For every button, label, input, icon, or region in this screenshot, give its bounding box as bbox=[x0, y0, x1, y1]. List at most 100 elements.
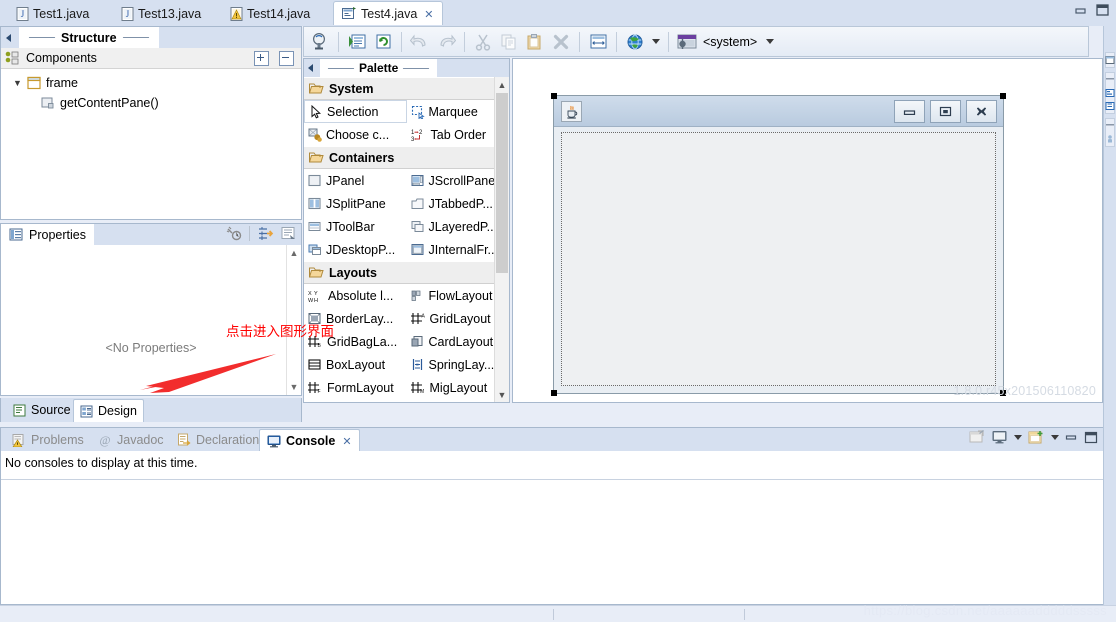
selection-handle-nw[interactable] bbox=[551, 93, 557, 99]
tab-declaration[interactable]: Declaration bbox=[170, 429, 266, 451]
console-body[interactable]: No consoles to display at this time. bbox=[1, 451, 1103, 604]
folder-open-icon bbox=[308, 82, 324, 95]
contentpane-icon bbox=[41, 96, 56, 110]
palette-category-containers[interactable]: Containers bbox=[304, 146, 509, 169]
close-icon[interactable]: ✕ bbox=[424, 8, 433, 21]
tab-source[interactable]: Source bbox=[7, 399, 77, 421]
maximize-button[interactable] bbox=[1096, 4, 1110, 17]
hierarchy-icon[interactable] bbox=[1105, 101, 1115, 111]
components-label: Components bbox=[26, 51, 97, 65]
editor-tab-test13[interactable]: J Test13.java bbox=[113, 2, 209, 25]
design-canvas-surface[interactable]: 1.8.0.r45x201506110820 bbox=[513, 59, 1102, 402]
delete-button[interactable] bbox=[549, 30, 573, 53]
look-and-feel-icon[interactable] bbox=[677, 33, 697, 50]
rail-group-explorers[interactable] bbox=[1105, 72, 1115, 114]
redo-button[interactable] bbox=[434, 30, 458, 53]
palette-category-system[interactable]: System bbox=[304, 77, 509, 100]
preview-close-button[interactable] bbox=[966, 100, 997, 123]
expand-all-button[interactable] bbox=[254, 50, 269, 66]
structure-title-tab[interactable]: Structure bbox=[19, 27, 159, 48]
layout-button[interactable] bbox=[586, 30, 610, 53]
rail-group-outline[interactable] bbox=[1105, 118, 1115, 147]
preview-maximize-button[interactable] bbox=[930, 100, 961, 123]
design-icon bbox=[80, 405, 94, 418]
tree-node-contentpane[interactable]: getContentPane() bbox=[1, 93, 301, 113]
selection-handle-ne[interactable] bbox=[1000, 93, 1006, 99]
palette-category-layouts[interactable]: Layouts bbox=[304, 261, 509, 284]
paste-button[interactable] bbox=[523, 30, 547, 53]
display-console-icon[interactable] bbox=[992, 430, 1008, 445]
scroll-down-arrow[interactable]: ▼ bbox=[495, 387, 509, 402]
palette-item-choose-component[interactable]: Choose c... bbox=[304, 123, 407, 146]
console-tab-row: Problems @ Javadoc Declaration Console ✕ bbox=[1, 428, 1103, 452]
problems-icon bbox=[12, 433, 26, 448]
goto-definition-icon[interactable] bbox=[281, 226, 297, 241]
palette-item-jsplitpane[interactable]: JSplitPane bbox=[304, 192, 407, 215]
svg-text:H: H bbox=[314, 298, 318, 303]
marquee-icon bbox=[411, 105, 425, 120]
palette-item-boxlayout[interactable]: BoxLayout bbox=[304, 353, 407, 376]
tab-problems[interactable]: Problems bbox=[5, 429, 91, 451]
palette-title-tab[interactable]: Palette bbox=[320, 59, 438, 77]
palette-scrollbar[interactable]: ▲ ▼ bbox=[494, 77, 509, 402]
copy-button[interactable] bbox=[497, 30, 521, 53]
collapse-all-button[interactable] bbox=[279, 50, 294, 66]
palette-item-formlayout[interactable]: F FormLayout bbox=[304, 376, 407, 399]
palette-item-jdesktoppane[interactable]: JDesktopP... bbox=[304, 238, 407, 261]
display-console-caret[interactable] bbox=[1014, 435, 1022, 440]
selection-handle-sw[interactable] bbox=[551, 390, 557, 396]
tab-console[interactable]: Console ✕ bbox=[259, 429, 360, 452]
rail-group-restore[interactable] bbox=[1105, 52, 1115, 68]
clear-console-icon[interactable] bbox=[969, 430, 986, 445]
editor-tab-test14[interactable]: Test14.java bbox=[222, 2, 318, 25]
close-icon[interactable]: ✕ bbox=[342, 435, 351, 448]
scroll-down-arrow[interactable]: ▼ bbox=[287, 382, 301, 392]
open-source-button[interactable] bbox=[345, 30, 369, 53]
maximize-view-icon[interactable] bbox=[1084, 431, 1098, 444]
undo-button[interactable] bbox=[408, 30, 432, 53]
console-toolbar bbox=[969, 430, 1098, 445]
palette-item-label: FlowLayout bbox=[428, 288, 493, 303]
editor-tab-test4[interactable]: Test4.java ✕ bbox=[333, 1, 443, 26]
show-events-icon[interactable] bbox=[226, 226, 242, 241]
properties-tab[interactable]: Properties bbox=[1, 224, 94, 245]
preview-minimize-button[interactable] bbox=[894, 100, 925, 123]
tab-order-icon: 123 bbox=[411, 128, 427, 143]
open-console-icon[interactable] bbox=[1028, 430, 1045, 445]
scroll-up-arrow[interactable]: ▲ bbox=[495, 77, 509, 92]
look-and-feel-dropdown-button[interactable] bbox=[763, 30, 776, 53]
design-canvas[interactable]: 1.8.0.r45x201506110820 bbox=[512, 58, 1103, 403]
cut-button[interactable] bbox=[471, 30, 495, 53]
palette-item-jpanel[interactable]: JPanel bbox=[304, 169, 407, 192]
open-console-caret[interactable] bbox=[1051, 435, 1059, 440]
tree-node-frame[interactable]: ▼ frame bbox=[1, 73, 301, 93]
test-button[interactable] bbox=[308, 30, 332, 53]
look-and-feel-group: <system> bbox=[675, 30, 776, 53]
palette-item-selection[interactable]: Selection bbox=[304, 100, 407, 123]
outline-icon[interactable] bbox=[1105, 134, 1115, 144]
palette-item-absolute-layout[interactable]: XYWH Absolute l... bbox=[304, 284, 407, 307]
palette-item-label: JLayeredP... bbox=[428, 219, 498, 234]
restore-view-icon[interactable] bbox=[1105, 55, 1115, 65]
minimize-view-icon[interactable] bbox=[1065, 432, 1078, 444]
collapse-left-icon[interactable] bbox=[6, 34, 11, 42]
editor-tab-test1[interactable]: J Test1.java bbox=[8, 2, 97, 25]
wb-designer-file-icon bbox=[342, 7, 357, 21]
refresh-button[interactable] bbox=[371, 30, 395, 53]
collapse-left-icon[interactable] bbox=[308, 64, 313, 72]
palette-item-label: Selection bbox=[327, 104, 379, 119]
scrollbar-thumb[interactable] bbox=[496, 93, 508, 273]
preview-content-pane[interactable] bbox=[561, 132, 996, 386]
package-explorer-icon[interactable] bbox=[1105, 88, 1115, 98]
chevron-down-icon[interactable]: ▼ bbox=[13, 78, 23, 88]
palette-item-jtoolbar[interactable]: JToolBar bbox=[304, 215, 407, 238]
tab-design[interactable]: Design bbox=[73, 399, 144, 422]
preview-jframe[interactable] bbox=[551, 93, 1006, 396]
locale-button[interactable] bbox=[623, 30, 647, 53]
tab-javadoc[interactable]: @ Javadoc bbox=[91, 429, 171, 451]
view-title-icon bbox=[1106, 124, 1114, 126]
locale-dropdown-button[interactable] bbox=[649, 30, 662, 53]
show-advanced-icon[interactable] bbox=[257, 226, 274, 241]
minimize-button[interactable] bbox=[1074, 4, 1088, 17]
scroll-up-arrow[interactable]: ▲ bbox=[287, 248, 301, 258]
